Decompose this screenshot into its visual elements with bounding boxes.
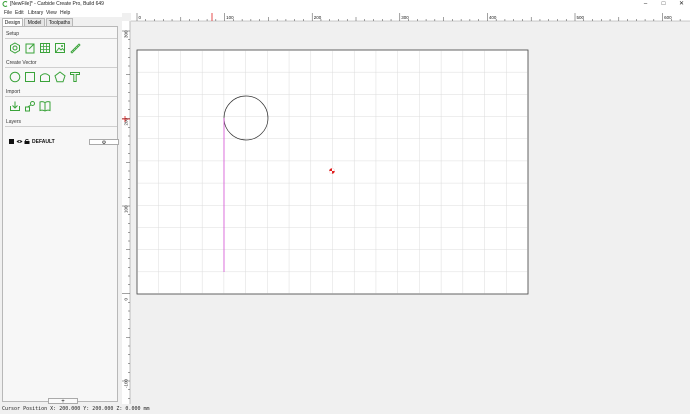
job-setup-icon[interactable] xyxy=(9,42,21,54)
eye-icon[interactable] xyxy=(16,139,23,144)
divider xyxy=(5,67,117,68)
layer-name: DEFAULT xyxy=(32,139,55,145)
top-ruler: 0 100 200 300 400 500 600 xyxy=(131,13,690,22)
design-panel: Setup Create Vector Import Layers DEFAUL… xyxy=(2,26,119,405)
gear-icon: ⚙ xyxy=(101,140,107,146)
circle-icon[interactable] xyxy=(9,71,21,83)
tab-design[interactable]: Design xyxy=(2,18,23,26)
section-layers-title: Layers xyxy=(6,119,22,125)
new-file-icon[interactable] xyxy=(24,42,36,54)
maximize-icon[interactable]: □ xyxy=(655,0,672,9)
left-ruler-label: 100 xyxy=(124,205,129,213)
layer-color-swatch[interactable] xyxy=(9,139,14,144)
top-ruler-label: 200 xyxy=(314,15,322,20)
import-vector-icon[interactable] xyxy=(9,100,21,112)
section-create-vector-title: Create Vector xyxy=(6,60,37,66)
section-setup-title: Setup xyxy=(6,31,20,37)
top-ruler-label: 600 xyxy=(664,15,672,20)
rectangle-icon[interactable] xyxy=(24,71,36,83)
layer-row[interactable]: DEFAULT ⚙ xyxy=(7,139,119,146)
minimize-icon[interactable]: – xyxy=(637,0,654,9)
origin-marker[interactable] xyxy=(329,168,335,174)
divider xyxy=(5,126,117,127)
close-icon[interactable]: ✕ xyxy=(673,0,690,9)
tab-model[interactable]: Model xyxy=(24,18,45,26)
top-ruler-label: 100 xyxy=(226,15,234,20)
polygon-icon[interactable] xyxy=(39,71,51,83)
title-bar: [NewFile]* - Carbide Create Pro, Build 6… xyxy=(0,0,690,9)
left-ruler: 3002001000-100 xyxy=(122,21,131,404)
top-ruler-label: 500 xyxy=(577,15,585,20)
tab-toolpaths[interactable]: Toolpaths xyxy=(46,18,73,26)
library-icon[interactable] xyxy=(39,100,51,112)
top-ruler-label: 300 xyxy=(401,15,409,20)
canvas-area[interactable]: 0 100 200 300 400 500 600 3002001000-100 xyxy=(122,13,690,404)
menu-file[interactable]: File xyxy=(4,10,12,16)
divider xyxy=(5,38,117,39)
section-import-title: Import xyxy=(6,89,21,95)
grid-icon[interactable] xyxy=(39,42,51,54)
left-ruler-label: 300 xyxy=(124,30,129,38)
app-icon xyxy=(2,1,8,7)
cursor-position-readout: Cursor Position X: 200.000 Y: 200.000 Z:… xyxy=(2,406,150,412)
measure-icon[interactable] xyxy=(69,42,81,54)
text-icon[interactable] xyxy=(69,71,81,83)
import-svg-icon[interactable] xyxy=(24,100,36,112)
top-ruler-label: 400 xyxy=(489,15,497,20)
window-title: [NewFile]* - Carbide Create Pro, Build 6… xyxy=(10,1,104,7)
status-bar: Cursor Position X: 200.000 Y: 200.000 Z:… xyxy=(0,404,690,414)
menu-library[interactable]: Library xyxy=(28,10,43,16)
menu-edit[interactable]: Edit xyxy=(15,10,24,16)
layer-settings-button[interactable]: ⚙ xyxy=(89,139,119,146)
star-icon[interactable] xyxy=(54,71,66,83)
divider xyxy=(5,96,117,97)
left-panel: Design Model Toolpaths Setup Create Vect… xyxy=(0,17,121,405)
left-ruler-label: -100 xyxy=(124,378,129,388)
background-image-icon[interactable] xyxy=(54,42,66,54)
menu-view[interactable]: View xyxy=(46,10,57,16)
lock-icon[interactable] xyxy=(24,139,30,144)
menu-help[interactable]: Help xyxy=(60,10,70,16)
